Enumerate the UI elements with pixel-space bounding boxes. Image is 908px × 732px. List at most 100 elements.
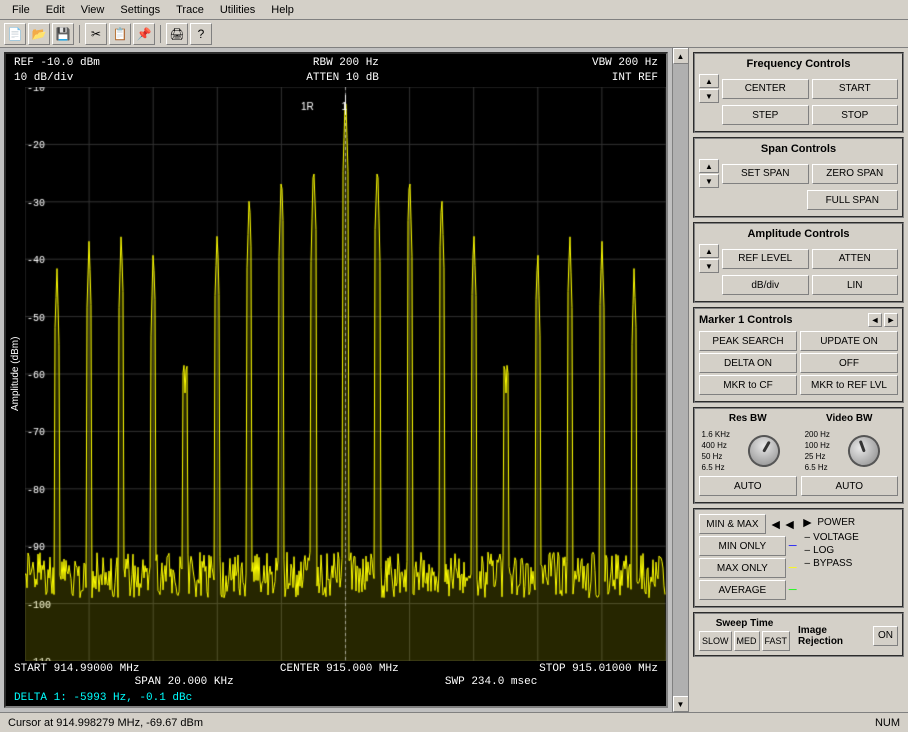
video-bw-label-2: 100 Hz xyxy=(805,440,830,451)
spectrum-footer: START 914.99000 MHz CENTER 915.000 MHz S… xyxy=(6,661,666,690)
avg-dash: ─ xyxy=(789,584,797,596)
step-button[interactable]: STEP xyxy=(722,105,809,125)
amp-up-button[interactable]: ▲ xyxy=(699,244,719,258)
power-arrow: ► xyxy=(801,514,815,530)
med-button[interactable]: MED xyxy=(734,631,760,651)
fast-button[interactable]: FAST xyxy=(762,631,791,651)
off-button[interactable]: OFF xyxy=(800,353,898,373)
chart-area[interactable] xyxy=(25,87,666,661)
bypass-row: – BYPASS xyxy=(801,558,899,569)
start-button[interactable]: START xyxy=(812,79,899,99)
zero-span-button[interactable]: ZERO SPAN xyxy=(812,164,899,184)
menu-view[interactable]: View xyxy=(73,3,113,17)
voltage-row: – VOLTAGE xyxy=(801,532,899,543)
image-rejection-on-button[interactable]: ON xyxy=(873,626,898,646)
scroll-up-button[interactable]: ▲ xyxy=(673,48,689,64)
print-button[interactable]: 🖨 xyxy=(166,23,188,45)
span-up-button[interactable]: ▲ xyxy=(699,159,719,173)
marker-row-3: MKR to CF MKR to REF LVL xyxy=(699,375,898,395)
image-rejection-group: Image Rejection ON xyxy=(798,625,898,647)
amplitude-control-row: ▲ ▼ REF LEVEL ATTEN xyxy=(699,244,898,273)
video-bw-label-4: 6.5 Hz xyxy=(805,462,830,473)
res-bw-title: Res BW xyxy=(729,413,767,424)
copy-button[interactable]: 📋 xyxy=(109,23,131,45)
scroll-down-button[interactable]: ▼ xyxy=(673,696,689,712)
spectrum-header: REF -10.0 dBm RBW 200 Hz VBW 200 Hz xyxy=(6,54,666,72)
footer-row-1: START 914.99000 MHz CENTER 915.000 MHz S… xyxy=(14,663,658,675)
voltage-dash: – xyxy=(805,532,811,543)
bypass-dash: – xyxy=(805,558,811,569)
sweep-time-controls: Sweep Time SLOW MED FAST Image Rejection… xyxy=(693,612,904,657)
scrollbar: ▲ ▼ xyxy=(672,48,688,712)
atten-button[interactable]: ATTEN xyxy=(812,249,899,269)
lin-button[interactable]: LIN xyxy=(812,275,899,295)
power-row: ► POWER xyxy=(801,514,899,530)
freq-up-button[interactable]: ▲ xyxy=(699,74,719,88)
set-span-button[interactable]: SET SPAN xyxy=(722,164,809,184)
freq-down-button[interactable]: ▼ xyxy=(699,89,719,103)
marker-row-1: PEAK SEARCH UPDATE ON xyxy=(699,331,898,351)
spectrum-panel: REF -10.0 dBm RBW 200 Hz VBW 200 Hz 10 d… xyxy=(4,52,668,708)
span-arrows: ▲ ▼ xyxy=(699,159,719,188)
new-button[interactable]: 📄 xyxy=(4,23,26,45)
menu-settings[interactable]: Settings xyxy=(112,3,168,17)
video-bw-auto-button[interactable]: AUTO xyxy=(801,476,899,496)
paste-button[interactable]: 📌 xyxy=(133,23,155,45)
center-button[interactable]: CENTER xyxy=(722,79,809,99)
delta-on-button[interactable]: DELTA ON xyxy=(699,353,797,373)
res-bw-knob[interactable] xyxy=(742,429,786,473)
res-bw-auto-button[interactable]: AUTO xyxy=(699,476,797,496)
log-label: LOG xyxy=(813,545,834,556)
cursor-info: Cursor at 914.998279 MHz, -69.67 dBm xyxy=(8,717,203,729)
toolbar-sep-1 xyxy=(79,25,80,43)
video-bw-knob[interactable] xyxy=(843,430,884,471)
max-dash: ─ xyxy=(789,562,797,574)
menu-edit[interactable]: Edit xyxy=(38,3,73,17)
trace-row-1: MIN & MAX ◄◄ xyxy=(699,514,797,534)
spectrum-subheader: 10 dB/div ATTEN 10 dB INT REF xyxy=(6,72,666,87)
menu-help[interactable]: Help xyxy=(263,3,302,17)
stop-button[interactable]: STOP xyxy=(812,105,899,125)
status-bar: Cursor at 914.998279 MHz, -69.67 dBm NUM xyxy=(0,712,908,732)
trace-row-3: MAX ONLY ─ xyxy=(699,558,797,578)
menu-file[interactable]: File xyxy=(4,3,38,17)
stop-freq: STOP 915.01000 MHz xyxy=(539,663,658,675)
menu-utilities[interactable]: Utilities xyxy=(212,3,263,17)
span-controls-title: Span Controls xyxy=(699,143,898,155)
average-button[interactable]: AVERAGE xyxy=(699,580,786,600)
span-down-button[interactable]: ▼ xyxy=(699,174,719,188)
menu-trace[interactable]: Trace xyxy=(168,3,212,17)
span-control-row-2: FULL SPAN xyxy=(699,190,898,210)
cut-button[interactable]: ✂ xyxy=(85,23,107,45)
scroll-track[interactable] xyxy=(673,64,689,696)
mkr-cf-button[interactable]: MKR to CF xyxy=(699,375,797,395)
save-button[interactable]: 💾 xyxy=(52,23,74,45)
amp-down-button[interactable]: ▼ xyxy=(699,259,719,273)
update-on-button[interactable]: UPDATE ON xyxy=(800,331,898,351)
res-bw-label-4: 6.5 Hz xyxy=(702,462,730,473)
frequency-controls-title: Frequency Controls xyxy=(699,58,898,70)
ref-level-button[interactable]: REF LEVEL xyxy=(722,249,809,269)
num-indicator: NUM xyxy=(875,717,900,729)
marker-prev-button[interactable]: ◄ xyxy=(868,313,882,327)
marker-next-button[interactable]: ► xyxy=(884,313,898,327)
res-bw-label-1: 1.6 KHz xyxy=(702,429,730,440)
voltage-label: VOLTAGE xyxy=(813,532,859,543)
int-ref: INT REF xyxy=(612,72,658,84)
slow-button[interactable]: SLOW xyxy=(699,631,732,651)
peak-search-button[interactable]: PEAK SEARCH xyxy=(699,331,797,351)
right-panel: Frequency Controls ▲ ▼ CENTER START STEP… xyxy=(688,48,908,712)
marker-controls-title: Marker 1 Controls xyxy=(699,314,793,326)
dbdiv-button[interactable]: dB/div xyxy=(722,275,809,295)
min-max-button[interactable]: MIN & MAX xyxy=(699,514,766,534)
sweep-time-title: Sweep Time xyxy=(699,618,790,629)
help-button[interactable]: ? xyxy=(190,23,212,45)
full-span-button[interactable]: FULL SPAN xyxy=(807,190,899,210)
max-only-button[interactable]: MAX ONLY xyxy=(699,558,786,578)
res-bw-label-3: 50 Hz xyxy=(702,451,730,462)
marker-nav: ◄ ► xyxy=(868,313,898,327)
open-button[interactable]: 📂 xyxy=(28,23,50,45)
video-bw-group: Video BW 200 Hz 100 Hz 25 Hz 6.5 Hz AUTO xyxy=(801,413,899,498)
mkr-ref-button[interactable]: MKR to REF LVL xyxy=(800,375,898,395)
min-only-button[interactable]: MIN ONLY xyxy=(699,536,786,556)
